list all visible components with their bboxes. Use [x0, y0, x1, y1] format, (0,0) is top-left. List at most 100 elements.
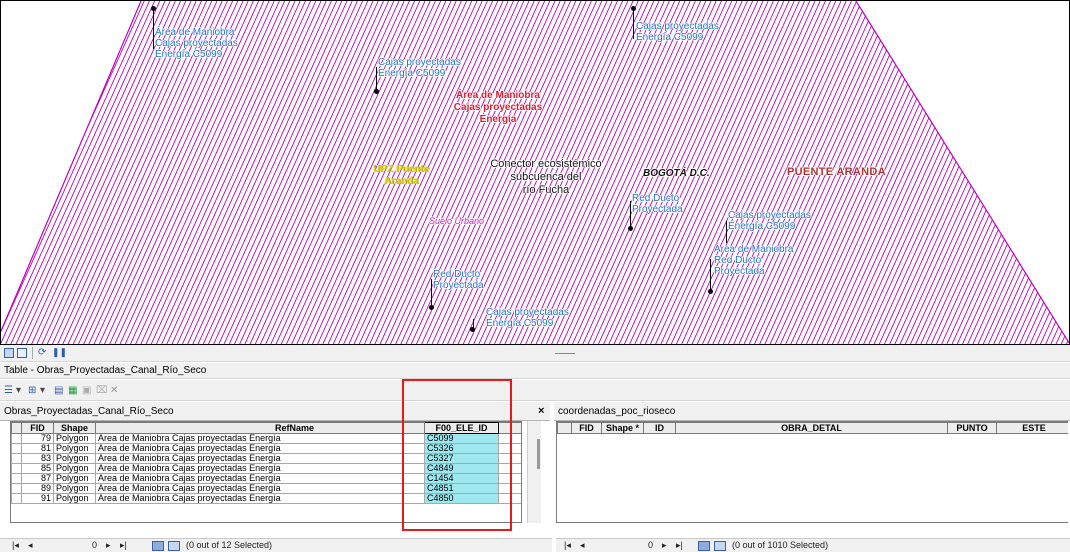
map-point [708, 289, 713, 294]
map-label: Red Ducto [433, 269, 481, 280]
row-selector[interactable] [11, 483, 22, 494]
column-header-refname[interactable]: RefName [95, 422, 425, 434]
show-all-records-icon[interactable] [152, 541, 164, 551]
leader-line [153, 9, 154, 49]
show-all-records-icon[interactable] [698, 541, 710, 551]
map-label: Cajas proyectadas [155, 38, 238, 49]
map-view[interactable]: Área de Maniobra Cajas proyectadas Energ… [0, 0, 1070, 345]
zone-label: Suelo Urbano [429, 216, 485, 226]
upz-label: UPZ Puente [372, 164, 430, 175]
map-label: Energía C5099 [378, 68, 446, 79]
pane-splitter-handle[interactable] [555, 353, 575, 354]
column-header-shape[interactable]: Shape * [601, 422, 644, 434]
column-header-id[interactable]: ID [643, 422, 676, 434]
chevron-down-icon[interactable]: ▾ [40, 385, 52, 396]
close-tab-icon[interactable]: × [538, 402, 548, 421]
next-record-icon[interactable]: ▸ [106, 539, 111, 552]
cell-shape[interactable]: Polygon [53, 443, 96, 454]
cell-shape[interactable]: Polygon [53, 493, 96, 504]
cell-fid[interactable]: 91 [21, 493, 54, 504]
tab-coordenadas-poc-rioseco[interactable]: coordenadas_poc_rioseco [554, 402, 1070, 421]
last-record-icon[interactable]: ▸| [676, 539, 683, 552]
conector-label: Conector ecosistémico [490, 158, 602, 170]
scrollbar-thumb[interactable] [537, 439, 540, 469]
cell-shape[interactable]: Polygon [53, 473, 96, 484]
column-header-punto[interactable]: PUNTO [947, 422, 997, 434]
related-tables-icon[interactable]: ⊞ [28, 385, 40, 396]
refresh-icon[interactable]: ⟳ [38, 347, 50, 358]
first-record-icon[interactable]: |◂ [564, 539, 571, 552]
map-point [151, 6, 156, 11]
cell-fid[interactable]: 79 [21, 433, 54, 444]
map-label: Proyectada [714, 266, 765, 277]
cell-fid[interactable]: 81 [21, 443, 54, 454]
row-selector-header[interactable] [557, 422, 572, 434]
first-record-icon[interactable]: |◂ [12, 539, 19, 552]
map-label: Área de Maniobra [714, 244, 794, 255]
attribute-table-right[interactable]: FID Shape * ID OBRA_DETAL PUNTO ESTE [556, 421, 1068, 523]
current-record-field[interactable]: 0 [648, 539, 653, 552]
row-selector[interactable] [11, 463, 22, 474]
current-record-field[interactable]: 0 [92, 539, 97, 552]
cell-fid[interactable]: 87 [21, 473, 54, 484]
cell-refname[interactable]: Área de Maniobra Cajas proyectadas Energ… [95, 473, 425, 484]
column-header-este[interactable]: ESTE [996, 422, 1068, 434]
chevron-down-icon[interactable]: ▾ [16, 385, 28, 396]
row-selector[interactable] [11, 473, 22, 484]
tab-label: coordenadas_poc_rioseco [558, 406, 676, 417]
cell-fid[interactable]: 89 [21, 483, 54, 494]
next-record-icon[interactable]: ▸ [662, 539, 667, 552]
data-view-icon[interactable] [17, 348, 27, 358]
cell-fid[interactable]: 83 [21, 453, 54, 464]
map-label: Red Ducto [632, 193, 680, 204]
cell-shape[interactable]: Polygon [53, 463, 96, 474]
row-selector[interactable] [11, 433, 22, 444]
column-header-fid[interactable]: FID [21, 422, 54, 434]
row-selector-header[interactable] [11, 422, 22, 434]
row-selector[interactable] [11, 493, 22, 504]
cell-refname[interactable]: Área de Maniobra Cajas proyectadas Energ… [95, 483, 425, 494]
cell-refname[interactable]: Área de Maniobra Cajas proyectadas Energ… [95, 493, 425, 504]
pause-icon[interactable]: ❚❚ [52, 347, 67, 358]
cell-refname[interactable]: Área de Maniobra Cajas proyectadas Energ… [95, 453, 425, 464]
row-selector[interactable] [11, 453, 22, 464]
leader-line [633, 9, 634, 39]
arcmap-window: Área de Maniobra Cajas proyectadas Energ… [0, 0, 1070, 552]
cell-refname[interactable]: Área de Maniobra Cajas proyectadas Energ… [95, 443, 425, 454]
map-label: Área de Maniobra [155, 27, 235, 38]
column-header-fid[interactable]: FID [571, 422, 602, 434]
show-selected-records-icon[interactable] [168, 541, 180, 551]
delete-icon[interactable]: ✕ [110, 385, 122, 396]
last-record-icon[interactable]: ▸| [120, 539, 127, 552]
previous-record-icon[interactable]: ◂ [580, 539, 585, 552]
column-header-obra-detal[interactable]: OBRA_DETAL [675, 422, 948, 434]
map-label-area: Cajas proyectadas [453, 102, 543, 113]
map-view-toolbar: ⟳ ❚❚ [0, 345, 1070, 362]
vertical-scrollbar[interactable] [527, 421, 541, 523]
map-label: Energía C5099 [728, 221, 796, 232]
cell-fid[interactable]: 85 [21, 463, 54, 474]
cell-refname[interactable]: Área de Maniobra Cajas proyectadas Energ… [95, 433, 425, 444]
cell-refname[interactable]: Área de Maniobra Cajas proyectadas Energ… [95, 463, 425, 474]
leader-line [431, 279, 432, 307]
layout-view-icon[interactable] [4, 348, 14, 358]
leader-line [630, 201, 631, 228]
locality-label: PUENTE ARANDA [787, 166, 886, 178]
column-header-shape[interactable]: Shape [53, 422, 96, 434]
cell-shape[interactable]: Polygon [53, 433, 96, 444]
table-options-icon[interactable]: ☰ [4, 385, 16, 396]
previous-record-icon[interactable]: ◂ [28, 539, 33, 552]
show-selected-records-icon[interactable] [714, 541, 726, 551]
switch-selection-icon[interactable]: ▦ [68, 385, 80, 396]
row-selector[interactable] [11, 443, 22, 454]
map-label: Red Ducto [714, 255, 762, 266]
cell-shape[interactable]: Polygon [53, 453, 96, 464]
map-label: Energía C5099 [155, 49, 223, 60]
map-label: Cajas proyectadas [486, 307, 569, 318]
map-label: Cajas proyectadas [728, 210, 811, 221]
delete-selected-icon[interactable]: ⌧ [96, 385, 108, 396]
clear-selection-icon[interactable]: ▣ [82, 385, 94, 396]
cell-shape[interactable]: Polygon [53, 483, 96, 494]
map-point [374, 89, 379, 94]
select-by-attributes-icon[interactable]: ▤ [54, 385, 66, 396]
